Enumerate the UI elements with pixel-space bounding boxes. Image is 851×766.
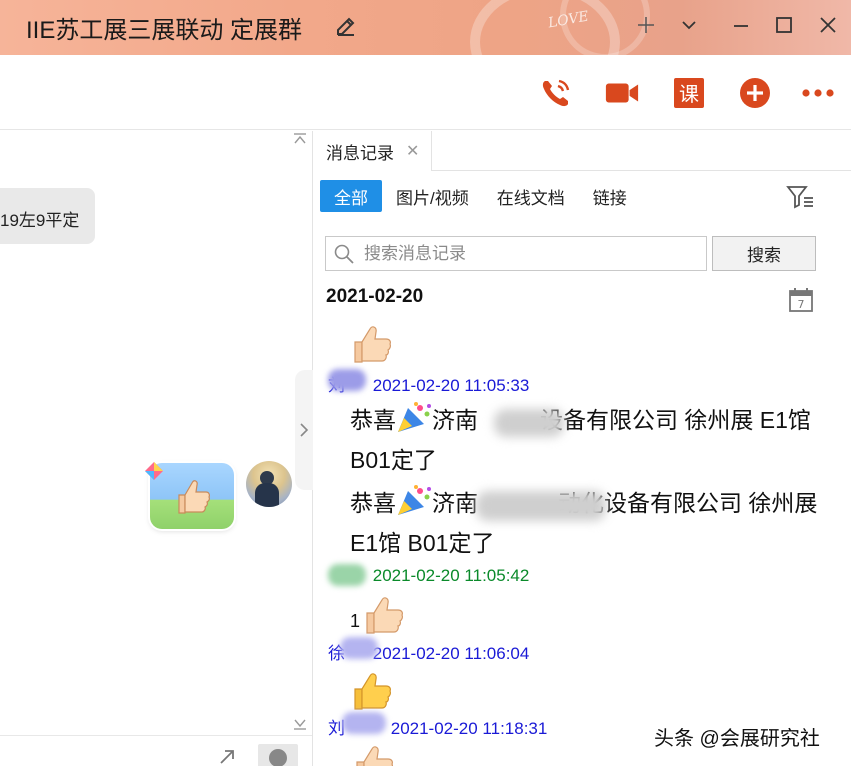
chevron-down-icon[interactable] [674,10,704,40]
message-timestamp: 2021-02-20 11:05:33 [372,376,530,395]
redacted-name [340,637,378,659]
watermark: 头条 @会展研究社 [654,728,820,750]
maximize-icon[interactable] [769,10,799,40]
party-popper-icon [398,402,431,432]
message-meta: 2021-02-20 11:05:42 [328,564,530,586]
search-icon [334,244,354,264]
edit-title-icon[interactable] [334,14,358,38]
message-timestamp: 2021-02-20 11:05:42 [372,566,530,585]
message-text: 济南 [432,490,478,516]
filter-icon[interactable] [786,184,814,210]
message-text: 济南 [432,407,478,433]
close-tab-icon[interactable]: ✕ [406,141,419,161]
filter-tabs: 全部 图片/视频 在线文档 链接 [320,180,641,212]
message-timestamp: 2021-02-20 11:06:04 [372,644,530,663]
message-text: 恭喜 [350,490,396,516]
message-meta: 刘 2021-02-20 11:05:33 [328,369,530,396]
collapse-down-icon[interactable] [292,716,308,732]
group-title: IIE苏工展三展联动 定展群 [26,17,303,44]
message-meta: 刘 2021-02-20 11:18:31 [328,712,548,739]
add-icon[interactable] [737,75,773,111]
close-icon[interactable] [813,10,843,40]
filter-docs[interactable]: 在线文档 [483,180,579,212]
video-call-icon[interactable] [604,75,640,111]
avatar[interactable] [246,461,292,507]
panel-toggle-handle[interactable] [295,370,313,490]
more-icon[interactable] [800,75,836,111]
chat-toolbar: 课 [0,55,851,130]
thumbs-up-emoji [356,746,393,766]
filter-media[interactable]: 图片/视频 [382,180,483,212]
app-window: LOVE IIE苏工展三展联动 定展群 课 19左9平定 消息记录 ✕ 全部 图… [0,0,851,766]
search-button[interactable]: 搜索 [712,236,816,271]
party-popper-icon [398,485,431,515]
message-input-bar[interactable] [0,735,312,766]
title-bar: LOVE IIE苏工展三展联动 定展群 [0,0,851,55]
svg-text:课: 课 [679,82,699,106]
redaction-blur [494,409,564,437]
date-header: 2021-02-20 [326,286,424,307]
message-body[interactable]: 恭喜 济南 设备有限公司 徐州展 E1馆 B01定了 [350,400,840,480]
message-text: 恭喜 [350,407,396,433]
filter-links[interactable]: 链接 [579,180,641,212]
thumbs-up-emoji [354,673,391,710]
chevron-right-icon [300,423,309,437]
message-meta: 徐 2021-02-20 11:06:04 [328,637,530,664]
filter-all[interactable]: 全部 [320,180,382,212]
redacted-name [328,369,366,391]
avatar-figure-body [255,483,279,507]
message-bubble[interactable]: 19左9平定 [0,188,96,244]
tab-divider [432,170,851,171]
tab-message-history[interactable]: 消息记录 ✕ [314,131,432,171]
search-field[interactable] [325,236,707,271]
calendar-icon[interactable]: 7 [788,287,814,313]
course-icon[interactable]: 课 [671,75,707,111]
message-body[interactable]: 1 [350,601,840,641]
settings-icon[interactable] [631,10,661,40]
collapse-up-icon[interactable] [292,131,308,147]
message-timestamp: 2021-02-20 11:18:31 [390,719,548,738]
thumbs-up-emoji [354,326,391,363]
kite-sticker-icon [145,462,163,480]
more-options-button[interactable] [258,744,298,766]
message-text: 1 [350,611,361,631]
redacted-name [328,564,366,586]
calendar-day: 7 [798,298,805,311]
message-history-panel: 消息记录 ✕ 全部 图片/视频 在线文档 链接 搜索 2021-02-20 [314,131,851,766]
expand-arrow-icon[interactable] [218,748,236,766]
minimize-icon[interactable] [726,10,756,40]
redacted-name [342,712,386,734]
redaction-blur [476,491,606,521]
arrow-down-circle-icon [269,749,287,766]
phone-call-icon[interactable] [538,75,574,111]
tab-label: 消息记录 [326,143,394,163]
thumbs-up-emoji [366,597,403,634]
chat-message-pane[interactable]: 19左9平定 [0,131,313,766]
search-input[interactable] [362,242,682,265]
